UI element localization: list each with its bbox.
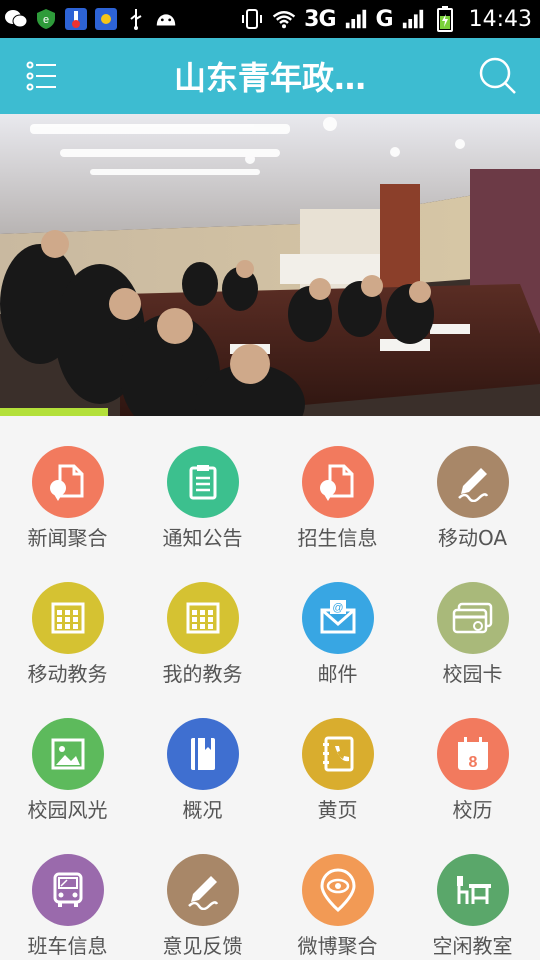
grid-item[interactable]: 黄页 (270, 688, 405, 824)
grid-item[interactable]: 移动教务 (0, 552, 135, 688)
grid-item-label: 校历 (452, 798, 493, 822)
grid-item[interactable]: 校园风光 (0, 688, 135, 824)
sign-pen-icon (436, 446, 509, 518)
search-icon (479, 57, 516, 94)
grid-item[interactable]: 校园卡 (405, 552, 540, 688)
grid-item[interactable]: 8 校历 (405, 688, 540, 824)
signal-icon (344, 7, 368, 31)
clock: 14:43 (468, 6, 532, 32)
grid-item-label: 校园卡 (442, 662, 503, 686)
grid-item-label: 我的教务 (162, 662, 243, 686)
signal-icon-2 (401, 7, 425, 31)
grid-item[interactable]: 概况 (135, 688, 270, 824)
phonebook-icon (301, 718, 374, 790)
mail-icon: @ (301, 582, 374, 654)
grid-item-label: 微博聚合 (297, 934, 378, 958)
calendar-grid-icon (31, 582, 104, 654)
grid-item-label: 班车信息 (27, 934, 108, 958)
map-pin-doc-icon (31, 446, 104, 518)
grid-item[interactable]: 空闲教室 (405, 824, 540, 960)
clipboard-icon (166, 446, 239, 518)
list-menu-icon (26, 61, 56, 91)
book-icon (166, 718, 239, 790)
app-header: 山东青年政… (0, 38, 540, 114)
grid-item-label: 移动OA (437, 526, 508, 550)
grid-item-label: 概况 (182, 798, 223, 822)
grid-item-label: 移动教务 (27, 662, 108, 686)
banner-carousel[interactable] (0, 114, 540, 416)
grid-item[interactable]: 意见反馈 (135, 824, 270, 960)
grid-item-label: 邮件 (317, 662, 358, 686)
calendar-icon: 8 (436, 718, 509, 790)
thermometer-icon (64, 7, 88, 31)
wifi-icon (272, 7, 296, 31)
grid-item-label: 黄页 (317, 798, 358, 822)
meeting-photo (0, 114, 540, 416)
carousel-indicator (0, 408, 108, 416)
grid-item-label: 招生信息 (297, 526, 378, 550)
grid-item[interactable]: 微博聚合 (270, 824, 405, 960)
battery-charging-icon (433, 6, 457, 32)
grid-item-label: 空闲教室 (432, 934, 513, 958)
grid-item[interactable]: 招生信息 (270, 416, 405, 552)
grid-item-label: 通知公告 (162, 526, 243, 550)
grid-item[interactable]: 我的教务 (135, 552, 270, 688)
shield-icon: e (34, 7, 58, 31)
card-icon (436, 582, 509, 654)
page-title: 山东青年政… (173, 59, 366, 97)
grid-item-label: 校园风光 (27, 798, 108, 822)
svg-text:e: e (43, 14, 49, 26)
grid-item-label: 新闻聚合 (27, 526, 108, 550)
eye-pin-icon (301, 854, 374, 926)
grid-item[interactable]: 新闻聚合 (0, 416, 135, 552)
bus-icon (31, 854, 104, 926)
menu-button[interactable] (26, 60, 58, 92)
weather-sun-icon (94, 7, 118, 31)
vibrate-icon (240, 7, 264, 31)
status-bar: e 3G G 14:43 (0, 0, 540, 38)
grid-item[interactable]: @ 邮件 (270, 552, 405, 688)
calendar-grid-icon (166, 582, 239, 654)
sign-pen-icon (166, 854, 239, 926)
wechat-icon (4, 7, 28, 31)
android-icon (154, 7, 178, 31)
picture-icon (31, 718, 104, 790)
search-button[interactable] (478, 56, 518, 96)
grid-item-label: 意见反馈 (162, 934, 243, 958)
network-type-2: G (375, 6, 394, 32)
svg-text:@: @ (332, 602, 343, 614)
grid-item[interactable]: 移动OA (405, 416, 540, 552)
network-type-1: 3G (304, 6, 336, 32)
desk-icon (436, 854, 509, 926)
grid-item[interactable]: 班车信息 (0, 824, 135, 960)
map-pin-doc-icon (301, 446, 374, 518)
svg-text:8: 8 (468, 754, 477, 771)
grid-item[interactable]: 通知公告 (135, 416, 270, 552)
usb-icon (124, 7, 148, 31)
